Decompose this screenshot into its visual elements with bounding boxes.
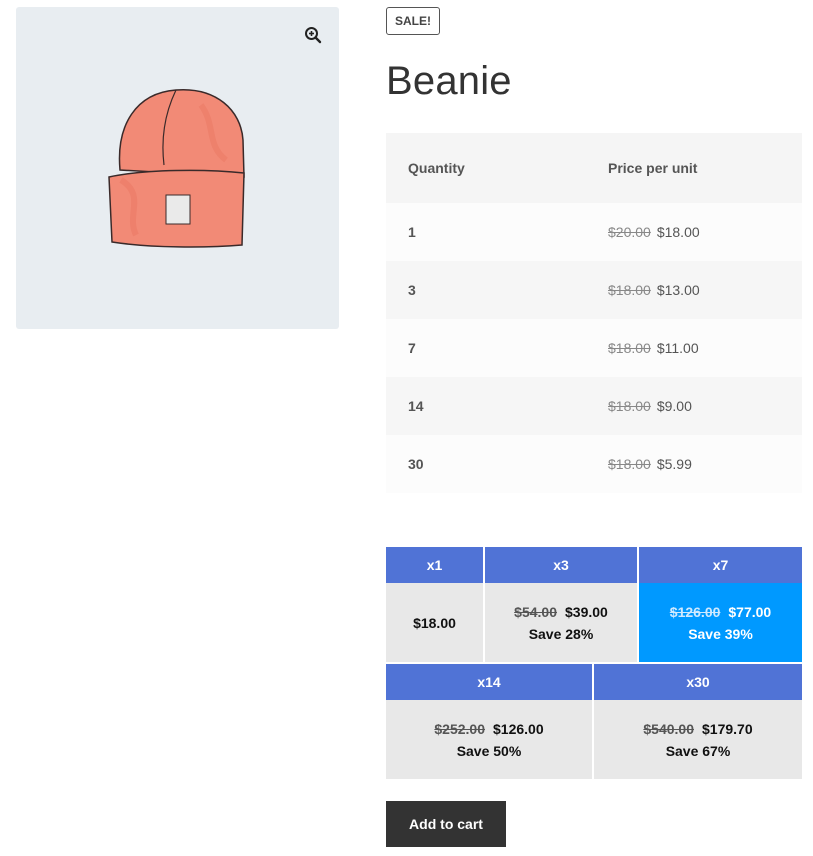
- new-price: $13.00: [656, 282, 700, 298]
- tile-price-line: $18.00: [413, 615, 456, 631]
- table-row: 3 $18.00 $13.00: [386, 261, 802, 319]
- row-quantity: 30: [386, 435, 586, 493]
- row-price: $18.00 $13.00: [586, 261, 802, 319]
- tile-x1[interactable]: x1 $18.00: [386, 547, 483, 662]
- row-price: $20.00 $18.00: [586, 203, 802, 261]
- old-price: $18.00: [608, 282, 651, 298]
- table-row: 14 $18.00 $9.00: [386, 377, 802, 435]
- tile-price-line: $252.00 $126.00: [434, 721, 543, 737]
- tile-price: $126.00: [493, 720, 544, 737]
- beanie-image: [108, 89, 245, 248]
- tile-x30[interactable]: x30 $540.00 $179.70 Save 67%: [594, 664, 802, 779]
- new-price: $11.00: [656, 340, 699, 356]
- product-gallery[interactable]: [16, 7, 339, 329]
- table-row: 1 $20.00 $18.00: [386, 203, 802, 261]
- price-header: Price per unit: [586, 133, 802, 203]
- tile-save: Save 28%: [528, 625, 594, 642]
- tile-x7[interactable]: x7 $126.00 $77.00 Save 39%: [639, 547, 802, 662]
- tile-old-price: $540.00: [643, 720, 694, 737]
- tile-label: x3: [485, 547, 637, 583]
- tile-label: x7: [639, 547, 802, 583]
- tile-save: Save 39%: [688, 625, 753, 642]
- tile-row: x1 $18.00 x3 $54.00 $39.00 Save 28% x7 $: [386, 547, 802, 662]
- row-price: $18.00 $9.00: [586, 377, 802, 435]
- tile-old-price: $252.00: [434, 720, 485, 737]
- tile-price: $18.00: [413, 614, 456, 631]
- tier-price-table: Quantity Price per unit 1 $20.00 $18.00 3…: [386, 133, 802, 493]
- table-row: 7 $18.00 $11.00: [386, 319, 802, 377]
- old-price: $18.00: [608, 340, 651, 356]
- tile-price-line: $54.00 $39.00: [514, 604, 608, 620]
- table-header-row: Quantity Price per unit: [386, 133, 802, 203]
- zoom-icon[interactable]: [299, 21, 327, 49]
- sale-badge: SALE!: [386, 7, 440, 35]
- row-quantity: 14: [386, 377, 586, 435]
- tile-body: $540.00 $179.70 Save 67%: [594, 700, 802, 779]
- row-price: $18.00 $5.99: [586, 435, 802, 493]
- new-price: $18.00: [656, 224, 700, 240]
- tile-x14[interactable]: x14 $252.00 $126.00 Save 50%: [386, 664, 592, 779]
- tile-label: x30: [594, 664, 802, 700]
- tile-old-price: $54.00: [514, 603, 557, 620]
- new-price: $9.00: [656, 398, 692, 414]
- tile-price: $77.00: [728, 603, 772, 620]
- row-quantity: 7: [386, 319, 586, 377]
- row-quantity: 3: [386, 261, 586, 319]
- old-price: $18.00: [608, 456, 651, 472]
- new-price: $5.99: [656, 456, 692, 472]
- tile-save: Save 67%: [665, 742, 731, 759]
- tile-price: $179.70: [702, 720, 753, 737]
- tile-label: x1: [386, 547, 483, 583]
- table-row: 30 $18.00 $5.99: [386, 435, 802, 493]
- tile-label: x14: [386, 664, 592, 700]
- row-quantity: 1: [386, 203, 586, 261]
- tile-old-price: $126.00: [669, 603, 721, 620]
- product-title: Beanie: [386, 59, 512, 103]
- tile-price-line: $126.00 $77.00: [670, 604, 771, 620]
- tile-price: $39.00: [565, 603, 608, 620]
- tile-body: $18.00: [386, 583, 483, 662]
- old-price: $18.00: [608, 398, 651, 414]
- tile-body: $252.00 $126.00 Save 50%: [386, 700, 592, 779]
- row-price: $18.00 $11.00: [586, 319, 802, 377]
- tile-x3[interactable]: x3 $54.00 $39.00 Save 28%: [485, 547, 637, 662]
- tile-save: Save 50%: [456, 742, 522, 759]
- tile-row: x14 $252.00 $126.00 Save 50% x30 $540.00…: [386, 664, 802, 779]
- quantity-header: Quantity: [386, 133, 586, 203]
- tile-body: $126.00 $77.00 Save 39%: [639, 583, 802, 662]
- tile-body: $54.00 $39.00 Save 28%: [485, 583, 637, 662]
- tile-price-line: $540.00 $179.70: [643, 721, 752, 737]
- old-price: $20.00: [608, 224, 651, 240]
- add-to-cart-button[interactable]: Add to cart: [386, 801, 506, 847]
- quantity-tiles: x1 $18.00 x3 $54.00 $39.00 Save 28% x7 $: [386, 547, 802, 781]
